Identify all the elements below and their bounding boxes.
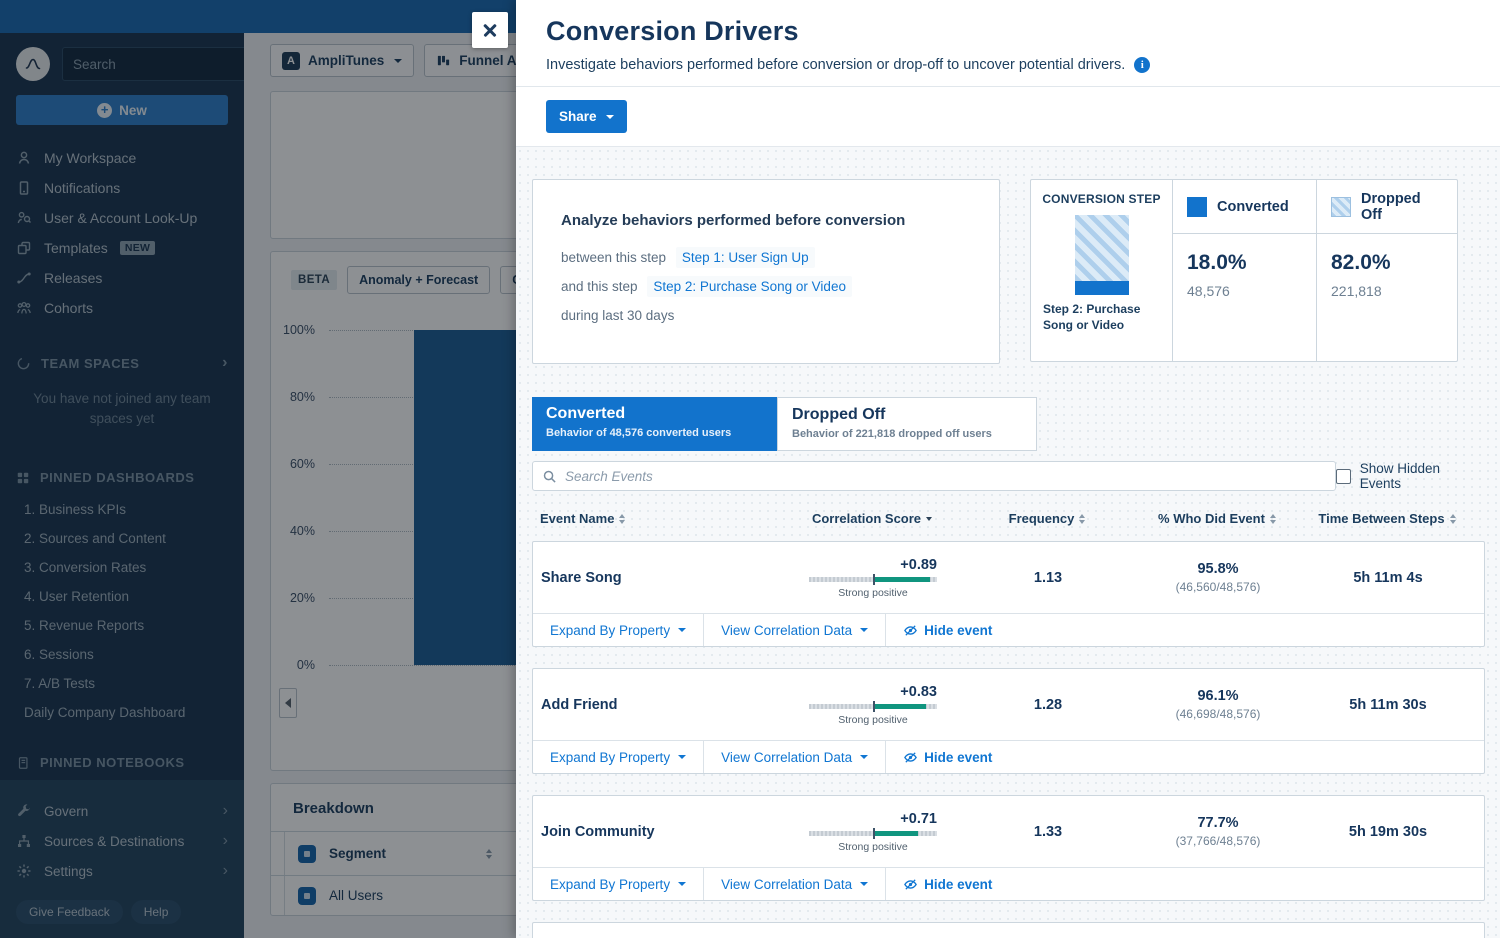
close-panel-button[interactable] — [472, 12, 508, 48]
frequency-value: 1.13 — [963, 570, 1133, 586]
dropped-bar-segment — [1075, 215, 1129, 281]
time-value: 5h 19m 30s — [1303, 824, 1473, 840]
page-subtitle: Investigate behaviors performed before c… — [546, 57, 1125, 73]
header-frequency[interactable]: Frequency — [962, 511, 1132, 526]
chevron-down-icon — [678, 755, 686, 759]
page-title: Conversion Drivers — [546, 16, 1470, 47]
search-events-input[interactable] — [533, 462, 1335, 490]
sort-icon — [1450, 514, 1456, 524]
hide-event-button[interactable]: Hide event — [886, 614, 1009, 646]
expand-by-property-button[interactable]: Expand By Property — [533, 614, 704, 646]
info-icon[interactable] — [1134, 57, 1150, 73]
show-hidden-events-toggle[interactable]: Show Hidden Events — [1336, 461, 1485, 491]
analyze-heading: Analyze behaviors performed before conve… — [561, 212, 971, 229]
chevron-down-icon — [606, 115, 614, 119]
correlation-value: +0.71 — [809, 811, 937, 827]
header-correlation-score[interactable]: Correlation Score — [782, 511, 962, 526]
correlation-bar — [809, 704, 937, 709]
search-icon — [542, 469, 557, 484]
dropped-count: 221,818 — [1331, 283, 1443, 299]
event-name: Add Friend — [533, 697, 783, 713]
expand-by-property-button[interactable]: Expand By Property — [533, 741, 704, 773]
header-event-name[interactable]: Event Name — [532, 511, 782, 526]
conversion-step-bar — [1075, 215, 1129, 295]
view-correlation-data-button[interactable]: View Correlation Data — [704, 868, 886, 900]
panel-body: Analyze behaviors performed before conve… — [516, 147, 1500, 938]
dropped-swatch-icon — [1331, 197, 1351, 217]
chevron-down-icon — [678, 628, 686, 632]
search-events-box — [532, 461, 1336, 491]
header-pct-who-did-event[interactable]: % Who Did Event — [1132, 511, 1302, 526]
hide-event-button[interactable]: Hide event — [886, 741, 1009, 773]
frequency-value: 1.33 — [963, 824, 1133, 840]
correlation-bar — [809, 831, 937, 836]
correlation-cell: +0.71 Strong positive — [783, 811, 963, 853]
conversion-step-label: Step 2: Purchase Song or Video — [1041, 302, 1162, 333]
view-correlation-data-button[interactable]: View Correlation Data — [704, 741, 886, 773]
eye-off-icon — [903, 750, 918, 765]
tab-dropped-off[interactable]: Dropped Off Behavior of 221,818 dropped … — [777, 397, 1037, 451]
analyze-definition-card: Analyze behaviors performed before conve… — [532, 179, 1000, 364]
header-time-between-steps[interactable]: Time Between Steps — [1302, 511, 1472, 526]
sort-icon — [1079, 514, 1085, 524]
correlation-strength: Strong positive — [809, 587, 937, 599]
sort-desc-icon — [926, 517, 932, 521]
chevron-down-icon — [860, 882, 868, 886]
correlation-strength: Strong positive — [809, 841, 937, 853]
chevron-down-icon — [860, 628, 868, 632]
expand-by-property-button[interactable]: Expand By Property — [533, 868, 704, 900]
hide-event-button[interactable]: Hide event — [886, 868, 1009, 900]
time-value: 5h 11m 4s — [1303, 570, 1473, 586]
share-button[interactable]: Share — [546, 100, 627, 133]
converted-percent: 18.0% — [1187, 251, 1302, 275]
date-range-label[interactable]: during last 30 days — [561, 308, 971, 323]
modal-dim-overlay[interactable] — [0, 0, 516, 938]
step2-link[interactable]: Step 2: Purchase Song or Video — [647, 276, 852, 297]
conversion-step-header: CONVERSION STEP — [1041, 192, 1162, 206]
pct-cell: 95.8% (46,560/48,576) — [1133, 561, 1303, 594]
event-row-share-song: Share Song +0.89 Strong positive 1.13 — [532, 541, 1485, 647]
event-row-add-friend: Add Friend +0.83 Strong positive 1.28 — [532, 668, 1485, 774]
correlation-cell: +0.89 Strong positive — [783, 557, 963, 599]
pct-cell: 96.1% (46,698/48,576) — [1133, 688, 1303, 721]
correlation-value: +0.89 — [809, 557, 937, 573]
event-row-join-community: Join Community +0.71 Strong positive 1.3… — [532, 795, 1485, 901]
correlation-strength: Strong positive — [809, 714, 937, 726]
checkbox-icon[interactable] — [1336, 469, 1351, 484]
events-table-header: Event Name Correlation Score Frequency %… — [532, 511, 1485, 526]
converted-bar-segment — [1075, 281, 1129, 295]
event-row-partial — [532, 922, 1485, 938]
chevron-down-icon — [860, 755, 868, 759]
eye-off-icon — [903, 877, 918, 892]
conversion-drivers-panel: Conversion Drivers Investigate behaviors… — [516, 0, 1500, 938]
correlation-value: +0.83 — [809, 684, 937, 700]
view-correlation-data-button[interactable]: View Correlation Data — [704, 614, 886, 646]
eye-off-icon — [903, 623, 918, 638]
pct-cell: 77.7% (37,766/48,576) — [1133, 815, 1303, 848]
time-value: 5h 11m 30s — [1303, 697, 1473, 713]
sort-icon — [1270, 514, 1276, 524]
converted-swatch-icon — [1187, 197, 1207, 217]
correlation-bar — [809, 577, 937, 582]
conversion-step-card: CONVERSION STEP Step 2: Purchase Song or… — [1030, 179, 1458, 362]
correlation-cell: +0.83 Strong positive — [783, 684, 963, 726]
dropped-percent: 82.0% — [1331, 251, 1443, 275]
step1-link[interactable]: Step 1: User Sign Up — [676, 247, 815, 268]
converted-count: 48,576 — [1187, 283, 1302, 299]
tab-converted[interactable]: Converted Behavior of 48,576 converted u… — [532, 397, 777, 451]
app-window: + New My Workspace Notifications User & … — [0, 0, 1500, 938]
sort-icon — [619, 514, 625, 524]
event-name: Share Song — [533, 570, 783, 586]
event-name: Join Community — [533, 824, 783, 840]
frequency-value: 1.28 — [963, 697, 1133, 713]
chevron-down-icon — [678, 882, 686, 886]
